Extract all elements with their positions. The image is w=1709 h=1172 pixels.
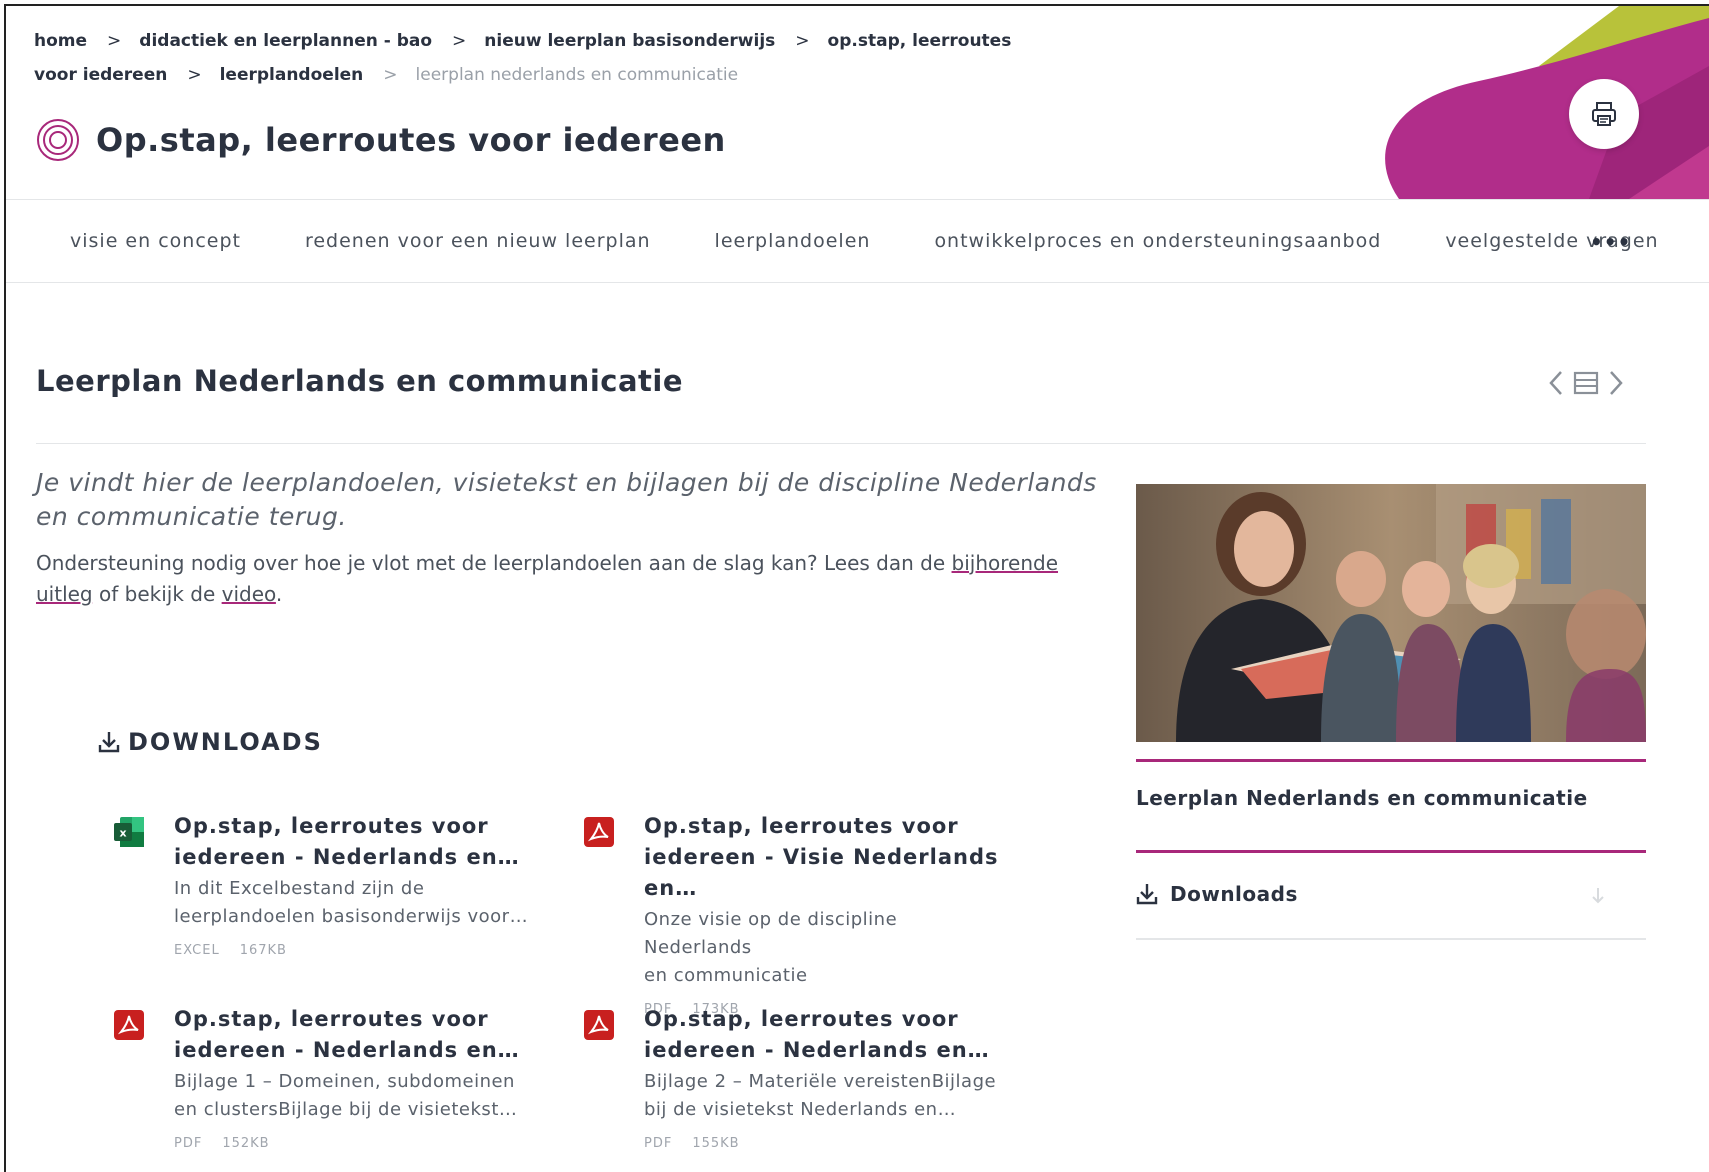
- download-title-line: Op.stap, leerroutes voor: [174, 1007, 489, 1031]
- download-item-text: Op.stap, leerroutes voor iedereen - Visie…: [644, 811, 1004, 1017]
- download-description-line: Onze visie op de discipline Nederlands: [644, 909, 898, 958]
- target-icon: [37, 119, 79, 161]
- download-description: In dit Excelbestand zijn de leerplandoele…: [174, 875, 534, 931]
- section-title: Leerplan Nederlands en communicatie: [36, 364, 683, 398]
- download-meta: PDF 155KB: [644, 1136, 1004, 1151]
- excel-icon: x: [114, 817, 144, 847]
- download-item[interactable]: Op.stap, leerroutes voor iedereen - Neder…: [582, 1004, 1002, 1154]
- download-description: Bijlage 1 – Domeinen, subdomeinen en clus…: [174, 1068, 534, 1124]
- download-item-text: Op.stap, leerroutes voor iedereen - Neder…: [644, 1004, 1004, 1151]
- download-description-line: Bijlage 2 – Materiële vereistenBijlage: [644, 1071, 997, 1092]
- sidebar-downloads[interactable]: Downloads: [1136, 882, 1646, 906]
- print-button[interactable]: [1569, 79, 1639, 149]
- download-size: 152KB: [222, 1136, 270, 1151]
- download-title-line: iedereen - Nederlands en…: [174, 1038, 520, 1062]
- sidebar-current-link[interactable]: Leerplan Nederlands en communicatie: [1136, 786, 1588, 810]
- nav-visie-en-concept[interactable]: visie en concept: [70, 230, 241, 252]
- download-type: PDF: [174, 1136, 203, 1151]
- download-description: Onze visie op de discipline Nederlands en…: [644, 906, 1004, 990]
- breadcrumb-leerplandoelen[interactable]: leerplandoelen: [220, 65, 364, 85]
- download-item[interactable]: x Op.stap, leerroutes voor iedereen - Ned…: [112, 811, 532, 961]
- download-title[interactable]: Op.stap, leerroutes voor iedereen - Neder…: [174, 811, 534, 873]
- download-description-line: en clustersBijlage bij de visietekst…: [174, 1099, 518, 1120]
- download-title-line: iedereen - Nederlands en…: [644, 1038, 990, 1062]
- download-description-line: Bijlage 1 – Domeinen, subdomeinen: [174, 1071, 515, 1092]
- side-rule-top: [1136, 759, 1646, 762]
- support-text-mid: of bekijk de: [92, 582, 222, 606]
- download-size: 167KB: [239, 943, 287, 958]
- page-frame: home > didactiek en leerplannen - bao > nieu…: [4, 4, 1709, 1172]
- pdf-icon: [114, 1010, 144, 1040]
- chevron-right-icon: >: [383, 65, 398, 85]
- header-decoration: [1385, 6, 1709, 199]
- support-text-suffix: .: [275, 582, 283, 606]
- nav-ontwikkelproces[interactable]: ontwikkelproces en ondersteuningsaanbod: [934, 230, 1381, 252]
- download-description-line: en communicatie: [644, 965, 808, 986]
- chevron-left-icon[interactable]: [1546, 368, 1566, 398]
- support-text: Ondersteuning nodig over hoe je vlot met…: [36, 548, 1116, 610]
- breadcrumb-home[interactable]: home: [34, 31, 87, 51]
- breadcrumb-current: leerplan nederlands en communicatie: [415, 65, 739, 85]
- main-nav: visie en concept redenen voor een nieuw …: [6, 199, 1709, 283]
- download-description: Bijlage 2 – Materiële vereistenBijlage bi…: [644, 1068, 1004, 1124]
- section-navigation: [1546, 368, 1626, 398]
- header-photo: [1136, 484, 1646, 742]
- svg-text:x: x: [119, 827, 126, 840]
- download-item-text: Op.stap, leerroutes voor iedereen - Neder…: [174, 811, 534, 958]
- download-title[interactable]: Op.stap, leerroutes voor iedereen - Neder…: [174, 1004, 534, 1066]
- pdf-icon: [584, 1010, 614, 1040]
- side-rule-middle: [1136, 850, 1646, 853]
- download-meta: PDF 152KB: [174, 1136, 534, 1151]
- chevron-right-icon: >: [187, 65, 202, 85]
- video-link[interactable]: video: [222, 582, 276, 606]
- list-overview-icon[interactable]: [1572, 370, 1600, 396]
- download-type: EXCEL: [174, 943, 220, 958]
- download-type: PDF: [644, 1136, 673, 1151]
- chevron-right-icon: >: [795, 31, 810, 51]
- download-title-line: Op.stap, leerroutes voor: [644, 1007, 959, 1031]
- download-title-line: iedereen - Nederlands en…: [174, 845, 520, 869]
- chevron-right-icon: >: [452, 31, 467, 51]
- download-description-line: leerplandoelen basisonderwijs voor…: [174, 906, 529, 927]
- sidebar-downloads-label: Downloads: [1170, 882, 1298, 906]
- download-icon: [1136, 884, 1158, 905]
- chevron-right-icon[interactable]: [1606, 368, 1626, 398]
- download-description-line: In dit Excelbestand zijn de: [174, 878, 425, 899]
- intro-text: Je vindt hier de leerplandoelen, visiete…: [36, 468, 1097, 531]
- download-meta: EXCEL 167KB: [174, 943, 534, 958]
- download-item-text: Op.stap, leerroutes voor iedereen - Neder…: [174, 1004, 534, 1151]
- more-menu-button[interactable]: •••: [1590, 230, 1631, 254]
- page-title: Op.stap, leerroutes voor iedereen: [96, 121, 726, 159]
- pdf-icon: [584, 817, 614, 847]
- download-icon: [98, 732, 120, 753]
- page-title-row: Op.stap, leerroutes voor iedereen: [36, 118, 726, 162]
- download-item[interactable]: Op.stap, leerroutes voor iedereen - Neder…: [112, 1004, 532, 1154]
- download-title[interactable]: Op.stap, leerroutes voor iedereen - Neder…: [644, 1004, 1004, 1066]
- download-title-line: iedereen - Visie Nederlands en…: [644, 845, 999, 900]
- arrow-down-icon: [1592, 888, 1604, 904]
- download-item[interactable]: Op.stap, leerroutes voor iedereen - Visie…: [582, 811, 1002, 1017]
- download-size: 155KB: [692, 1136, 740, 1151]
- download-title[interactable]: Op.stap, leerroutes voor iedereen - Visie…: [644, 811, 1004, 904]
- breadcrumb: home > didactiek en leerplannen - bao > nieu…: [34, 24, 1034, 92]
- printer-icon: [1592, 102, 1616, 126]
- nav-leerplandoelen[interactable]: leerplandoelen: [715, 230, 871, 252]
- nav-redenen[interactable]: redenen voor een nieuw leerplan: [305, 230, 651, 252]
- breadcrumb-nieuw-leerplan[interactable]: nieuw leerplan basisonderwijs: [484, 31, 775, 51]
- side-rule-bottom: [1136, 938, 1646, 940]
- chevron-right-icon: >: [107, 31, 122, 51]
- download-description-line: bij de visietekst Nederlands en…: [644, 1099, 957, 1120]
- breadcrumb-didactiek[interactable]: didactiek en leerplannen - bao: [139, 31, 432, 51]
- section-divider: [36, 443, 1646, 444]
- downloads-heading: DOWNLOADS: [98, 728, 323, 756]
- download-title-line: Op.stap, leerroutes voor: [644, 814, 959, 838]
- downloads-heading-label: DOWNLOADS: [128, 728, 323, 756]
- download-title-line: Op.stap, leerroutes voor: [174, 814, 489, 838]
- support-text-prefix: Ondersteuning nodig over hoe je vlot met…: [36, 551, 952, 575]
